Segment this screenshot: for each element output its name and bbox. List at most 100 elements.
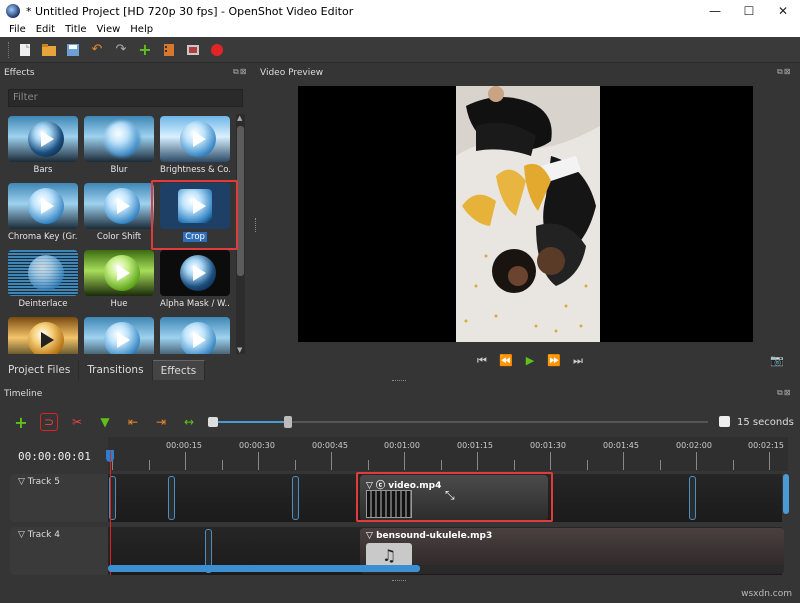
effect-chroma-key[interactable]: Chroma Key (Gr... bbox=[8, 183, 78, 245]
minimize-button[interactable]: — bbox=[698, 0, 732, 22]
effect-item-12[interactable] bbox=[160, 317, 230, 354]
effect-label: Color Shift bbox=[96, 232, 142, 242]
track-marker[interactable] bbox=[689, 476, 696, 520]
snapping-toggle-icon[interactable]: ⊃ bbox=[40, 413, 58, 431]
zoom-label: 15 seconds bbox=[737, 417, 794, 428]
effects-panel-float-icon[interactable]: ⧉⊠ bbox=[233, 67, 247, 77]
timeline-panel-float-icon[interactable]: ⧉⊠ bbox=[777, 388, 791, 398]
new-project-icon[interactable] bbox=[16, 41, 34, 59]
undo-icon[interactable]: ↶ bbox=[88, 41, 106, 59]
bottom-splitter-handle[interactable] bbox=[392, 580, 406, 582]
zoom-slider-track[interactable] bbox=[288, 421, 708, 423]
deinterlace-thumbnail bbox=[8, 250, 78, 296]
tab-effects[interactable]: Effects bbox=[152, 360, 206, 380]
effect-item-10[interactable] bbox=[8, 317, 78, 354]
scroll-up-icon[interactable]: ▲ bbox=[237, 114, 242, 122]
track-5-name: ▽ Track 5 bbox=[18, 477, 60, 487]
fast-forward-button[interactable]: ⏩ bbox=[542, 354, 566, 368]
center-timeline-icon[interactable]: ↔ bbox=[180, 413, 198, 431]
track-4-name: ▽ Track 4 bbox=[18, 530, 60, 540]
add-marker-icon[interactable]: ▼ bbox=[96, 413, 114, 431]
effect-crop[interactable]: Crop bbox=[160, 183, 230, 245]
video-frame-image bbox=[456, 86, 600, 342]
camera-icon[interactable]: 📷 bbox=[770, 354, 784, 367]
ruler-tick bbox=[769, 452, 770, 470]
hue-thumbnail bbox=[84, 250, 154, 296]
ruler-label: 00:01:15 bbox=[457, 441, 493, 450]
zoom-out-icon[interactable] bbox=[208, 417, 218, 427]
add-track-button[interactable]: + bbox=[12, 413, 30, 432]
add-track-icon[interactable] bbox=[160, 41, 178, 59]
jump-end-button[interactable]: ⏭ bbox=[566, 354, 590, 368]
effect-bars[interactable]: Bars bbox=[8, 116, 78, 178]
play-button[interactable]: ▶ bbox=[518, 354, 542, 368]
zoom-slider-handle[interactable] bbox=[284, 416, 292, 428]
playback-controls: ⏮ ⏪ ▶ ⏩ ⏭ bbox=[470, 354, 590, 368]
splitter-handle-horizontal[interactable] bbox=[392, 380, 406, 382]
effects-grid: Bars Blur Brightness & Co... Chroma Key … bbox=[8, 114, 236, 354]
menu-edit[interactable]: Edit bbox=[36, 24, 55, 35]
jump-start-button[interactable]: ⏮ bbox=[470, 354, 494, 368]
play-icon bbox=[117, 198, 130, 214]
redo-icon[interactable]: ↷ bbox=[112, 41, 130, 59]
ruler-tick bbox=[659, 460, 661, 470]
zoom-in-icon[interactable] bbox=[719, 416, 730, 427]
splitter-handle[interactable] bbox=[255, 218, 257, 232]
timeline-vertical-scrollbar[interactable] bbox=[782, 474, 790, 564]
preview-panel-float-icon[interactable]: ⧉⊠ bbox=[777, 67, 791, 77]
effect-deinterlace[interactable]: Deinterlace bbox=[8, 250, 78, 312]
resize-cursor-icon: ⤡ bbox=[445, 488, 455, 502]
tab-project-files[interactable]: Project Files bbox=[0, 360, 80, 380]
scroll-down-icon[interactable]: ▼ bbox=[237, 346, 242, 354]
menu-help[interactable]: Help bbox=[130, 24, 153, 35]
open-project-icon[interactable] bbox=[40, 41, 58, 59]
ruler-tick bbox=[294, 460, 296, 470]
chroma-key-thumbnail bbox=[8, 183, 78, 229]
track-marker[interactable] bbox=[168, 476, 175, 520]
effect-item-11[interactable] bbox=[84, 317, 154, 354]
effect-alpha-mask[interactable]: Alpha Mask / W... bbox=[160, 250, 230, 312]
blur-thumbnail bbox=[84, 116, 154, 162]
effect-label: Bars bbox=[33, 165, 53, 175]
effect-color-shift[interactable]: Color Shift bbox=[84, 183, 154, 245]
ruler-tick bbox=[550, 452, 551, 470]
alpha-mask-thumbnail bbox=[160, 250, 230, 296]
tab-transitions[interactable]: Transitions bbox=[79, 360, 153, 380]
close-button[interactable]: ✕ bbox=[766, 0, 800, 22]
effect-label: Deinterlace bbox=[18, 299, 68, 309]
effect-thumbnail bbox=[160, 317, 230, 354]
save-project-icon[interactable] bbox=[64, 41, 82, 59]
effect-hue[interactable]: Hue bbox=[84, 250, 154, 312]
ruler-tick bbox=[696, 452, 697, 470]
effects-filter-input[interactable]: Filter bbox=[8, 89, 243, 107]
ruler-tick bbox=[404, 452, 405, 470]
timeline-horizontal-scrollbar[interactable] bbox=[108, 565, 784, 572]
music-note-icon: ♫ bbox=[366, 543, 412, 567]
razor-tool-icon[interactable]: ✂ bbox=[68, 413, 86, 431]
openshot-logo-icon bbox=[6, 4, 20, 18]
previous-marker-icon[interactable]: ⇤ bbox=[124, 413, 142, 431]
record-icon[interactable] bbox=[208, 41, 226, 59]
maximize-button[interactable]: ☐ bbox=[732, 0, 766, 22]
export-film-icon[interactable] bbox=[184, 41, 202, 59]
effects-scrollbar[interactable]: ▲ ▼ bbox=[236, 114, 245, 354]
import-files-icon[interactable]: + bbox=[136, 40, 154, 59]
menu-bar: File Edit Title View Help bbox=[0, 22, 800, 37]
menu-view[interactable]: View bbox=[97, 24, 121, 35]
ruler-label: 00:00:45 bbox=[312, 441, 348, 450]
effects-scrollbar-thumb[interactable] bbox=[237, 126, 244, 276]
rewind-button[interactable]: ⏪ bbox=[494, 354, 518, 368]
menu-title[interactable]: Title bbox=[65, 24, 86, 35]
next-marker-icon[interactable]: ⇥ bbox=[152, 413, 170, 431]
ruler-tick bbox=[477, 452, 478, 470]
play-icon bbox=[117, 332, 130, 348]
track-marker[interactable] bbox=[292, 476, 299, 520]
timeline-vscroll-thumb[interactable] bbox=[783, 474, 789, 514]
play-icon bbox=[193, 131, 206, 147]
menu-file[interactable]: File bbox=[9, 24, 26, 35]
effect-blur[interactable]: Blur bbox=[84, 116, 154, 178]
ruler-label: 00:01:30 bbox=[530, 441, 566, 450]
play-icon bbox=[193, 332, 206, 348]
effect-brightness-contrast[interactable]: Brightness & Co... bbox=[160, 116, 230, 178]
timeline-scrollbar-thumb[interactable] bbox=[108, 565, 420, 572]
